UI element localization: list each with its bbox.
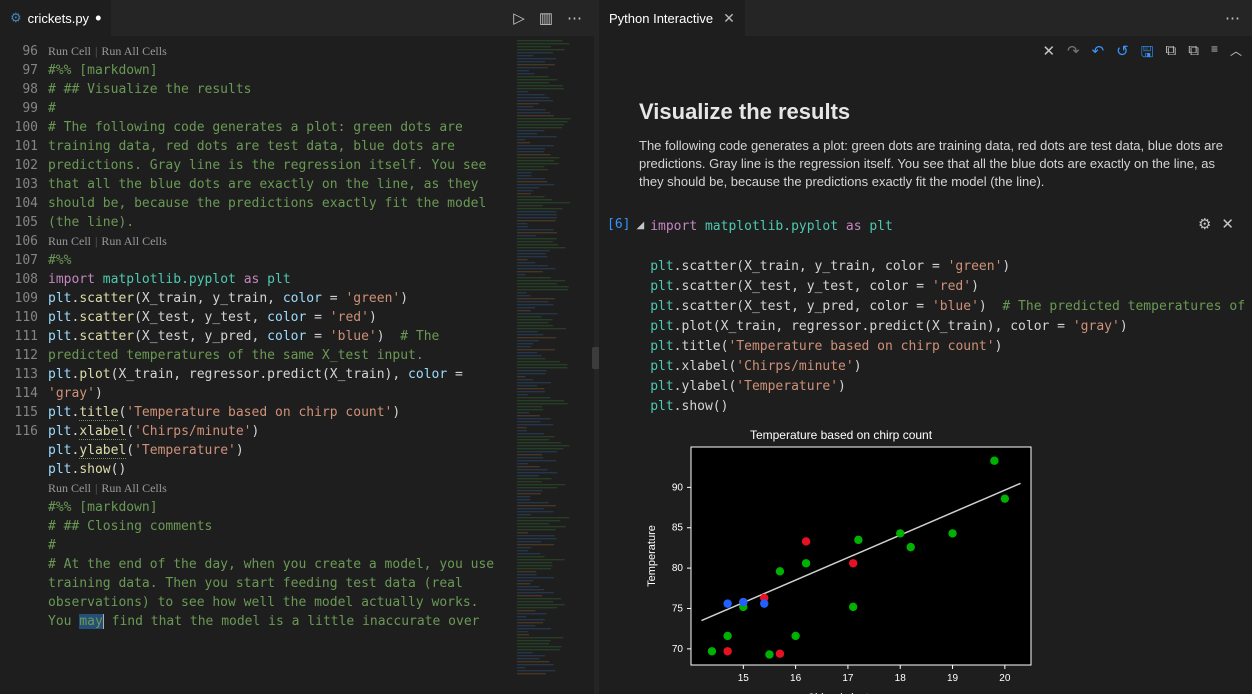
svg-text:80: 80 bbox=[672, 563, 684, 574]
tab-title: Python Interactive bbox=[609, 11, 713, 26]
codelens[interactable]: Run Cell|Run All Cells bbox=[48, 234, 167, 248]
plot-title: Temperature based on chirp count bbox=[750, 428, 933, 442]
svg-text:70: 70 bbox=[672, 644, 684, 655]
code-area[interactable]: Run Cell|Run All Cells#%% [markdown]# ##… bbox=[48, 36, 514, 694]
minimap[interactable] bbox=[514, 36, 594, 694]
run-icon[interactable]: ▷ bbox=[513, 9, 525, 27]
close-icon[interactable]: ✕ bbox=[1042, 42, 1055, 67]
close-tab-icon[interactable]: ✕ bbox=[723, 10, 735, 27]
plot-output: Temperature based on chirp count 15 16 17 18… bbox=[641, 425, 1041, 694]
svg-text:85: 85 bbox=[672, 523, 684, 534]
svg-text:20: 20 bbox=[999, 673, 1011, 684]
cell-options-icon[interactable]: ⚙ bbox=[1198, 215, 1211, 233]
codelens[interactable]: Run Cell|Run All Cells bbox=[48, 481, 167, 495]
editor-tab-actions: ▷ ▥ ⋯ bbox=[501, 9, 594, 27]
editor-pane: ⚙ crickets.py • ▷ ▥ ⋯ 969798991001011021… bbox=[0, 0, 594, 694]
redo-icon[interactable]: ↷ bbox=[1067, 42, 1080, 67]
plot-ylabel: Temperature bbox=[646, 525, 658, 587]
collapse-icon[interactable]: ︿ bbox=[1230, 42, 1242, 67]
markdown-paragraph: The following code generates a plot: gre… bbox=[639, 137, 1234, 191]
interactive-pane: Python Interactive ✕ ⋯ ✕ ↷ ↶ ↺ 🖫 ⧉ ⧉ ≡ ︿… bbox=[599, 0, 1252, 694]
save-icon[interactable]: 🖫 bbox=[1141, 42, 1154, 67]
copy-all-icon[interactable]: ⧉ bbox=[1188, 42, 1199, 67]
line-number-gutter: 9697989910010110210310410510610710810911… bbox=[0, 36, 48, 694]
svg-text:15: 15 bbox=[738, 673, 750, 684]
restart-icon[interactable]: ↺ bbox=[1116, 42, 1129, 67]
markdown-heading: Visualize the results bbox=[639, 99, 1234, 125]
python-file-icon: ⚙ bbox=[10, 10, 22, 26]
cell-collapse-icon[interactable]: ◢ bbox=[636, 220, 644, 231]
code-cell: ⚙ ✕ [6] ◢ import matplotlib.pyplot as pl… bbox=[639, 217, 1234, 417]
more-actions-icon[interactable]: ⋯ bbox=[1225, 9, 1240, 27]
svg-text:17: 17 bbox=[842, 673, 854, 684]
editor-tab-bar: ⚙ crickets.py • ▷ ▥ ⋯ bbox=[0, 0, 594, 36]
cell-execution-count: [6] bbox=[607, 217, 630, 232]
tab-filename: crickets.py bbox=[28, 11, 89, 26]
interactive-content[interactable]: Visualize the results The following code… bbox=[599, 69, 1252, 694]
tab-crickets[interactable]: ⚙ crickets.py • bbox=[0, 0, 112, 36]
svg-text:90: 90 bbox=[672, 482, 684, 493]
split-editor-icon[interactable]: ▥ bbox=[539, 9, 553, 27]
cell-code: import matplotlib.pyplot as plt plt.scat… bbox=[650, 217, 1252, 417]
options-icon[interactable]: ≡ bbox=[1211, 42, 1218, 67]
codelens[interactable]: Run Cell|Run All Cells bbox=[48, 44, 167, 58]
editor-body[interactable]: 9697989910010110210310410510610710810911… bbox=[0, 36, 594, 694]
interactive-tab-bar: Python Interactive ✕ ⋯ bbox=[599, 0, 1252, 36]
svg-text:18: 18 bbox=[895, 673, 907, 684]
undo-icon[interactable]: ↶ bbox=[1092, 42, 1105, 67]
svg-text:19: 19 bbox=[947, 673, 959, 684]
interactive-toolbar: ✕ ↷ ↶ ↺ 🖫 ⧉ ⧉ ≡ ︿ bbox=[599, 36, 1252, 69]
more-actions-icon[interactable]: ⋯ bbox=[567, 9, 582, 27]
copy-icon[interactable]: ⧉ bbox=[1166, 42, 1177, 67]
cell-close-icon[interactable]: ✕ bbox=[1221, 215, 1234, 233]
svg-text:16: 16 bbox=[790, 673, 802, 684]
tab-python-interactive[interactable]: Python Interactive ✕ bbox=[599, 0, 746, 36]
svg-text:75: 75 bbox=[672, 603, 684, 614]
